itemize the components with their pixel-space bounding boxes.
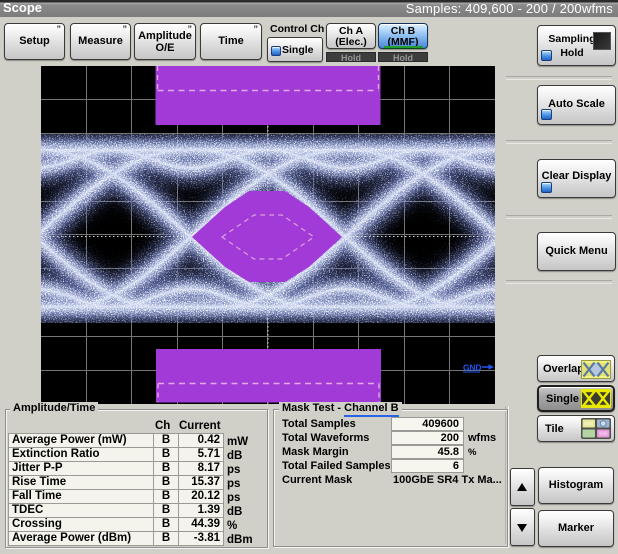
svg-text:GND: GND — [463, 363, 481, 373]
